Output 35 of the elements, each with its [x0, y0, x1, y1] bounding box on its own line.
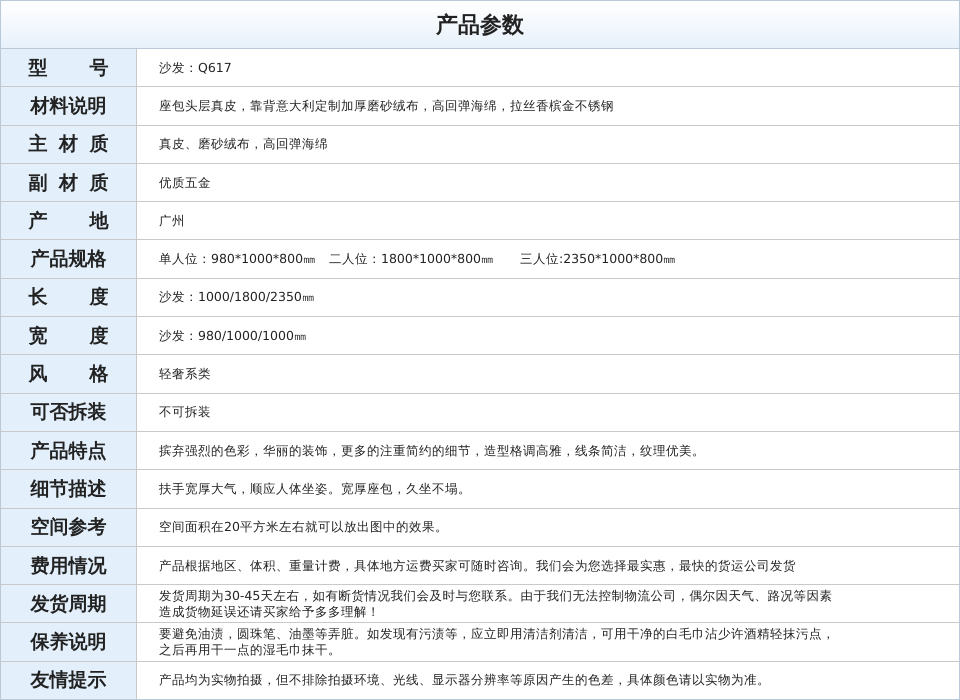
row-label: 可否拆装 [30, 400, 108, 426]
row-label: 产地 [28, 208, 108, 234]
row-value: 发货周期为30-45天左右，如有断货情况我们会及时与您联系。由于我们无法控制物流公司，偶尔因天气、路况等因素 造成货物延误还请买家给予多多理解！ [159, 588, 832, 620]
row-label: 宽度 [28, 324, 108, 349]
row-label: 产品特点 [30, 438, 108, 464]
row-value: 座包头层真皮，靠背意大利定制加厚磨砂绒布，高回弹海绵，拉丝香槟金不锈钢 [159, 98, 614, 114]
row-value: 空间面积在20平方米左右就可以放出图中的效果。 [159, 519, 448, 536]
row-label: 细节描述 [29, 476, 108, 502]
row-value: 广州 [159, 212, 185, 229]
row-label: 副材质 [28, 170, 108, 196]
row-value: 沙发：Q617 [159, 60, 232, 76]
row-label: 空间参考 [30, 515, 108, 540]
row-label: 主材质 [28, 132, 108, 158]
row-label: 材料说明 [28, 94, 108, 119]
row-label: 产品规格 [30, 247, 108, 272]
row-label: 发货周期 [29, 592, 108, 617]
row-value: 扶手宽厚大气，顺应人体坐姿。宽厚座包，久坐不塌。 [159, 480, 471, 497]
row-label: 型号 [28, 56, 108, 81]
row-value: 优质五金 [159, 174, 211, 191]
row-value: 产品根据地区、体积、重量计费，具体地方运费买家可随时咨询。我们会为您选择最实惠，最快的货运公司发货 [159, 558, 796, 574]
row-value: 轻奢系类 [159, 366, 211, 382]
row-label: 友情提示 [29, 668, 108, 694]
row-value: 要避免油渍，圆珠笔、油墨等弄脏。如发现有污渍等，应立即用清洁剂清洁，可用干净的白毛巾沾少许酒精轻抹污点， 之后再用干一点的湿毛巾抹干。 [159, 626, 835, 658]
row-value: 产品均为实物拍摄，但不排除拍摄环境、光线、显示器分辨率等原因产生的色差，具体颜色请以实物为准。 [159, 672, 770, 688]
row-value: 真皮、磨砂绒布，高回弹海绵 [159, 136, 328, 152]
row-value: 摈弃强烈的色彩，华丽的装饰，更多的注重简约的细节，造型格调高雅，线条简洁，纹理优美。 [159, 442, 705, 459]
row-label: 费用情况 [30, 554, 108, 578]
row-label: 保养说明 [29, 630, 108, 656]
row-label: 长度 [28, 285, 108, 310]
row-value: 沙发：1000/1800/2350㎜ [159, 289, 315, 306]
row-value: 沙发：980/1000/1000㎜ [159, 328, 307, 344]
table-title: 产品参数 [436, 12, 524, 40]
row-value: 单人位：980*1000*800㎜ 二人位：1800*1000*800㎜ 三人位:2350*1000*800㎜ [159, 251, 676, 268]
row-value: 不可拆装 [159, 404, 211, 420]
row-label: 风格 [28, 362, 108, 388]
